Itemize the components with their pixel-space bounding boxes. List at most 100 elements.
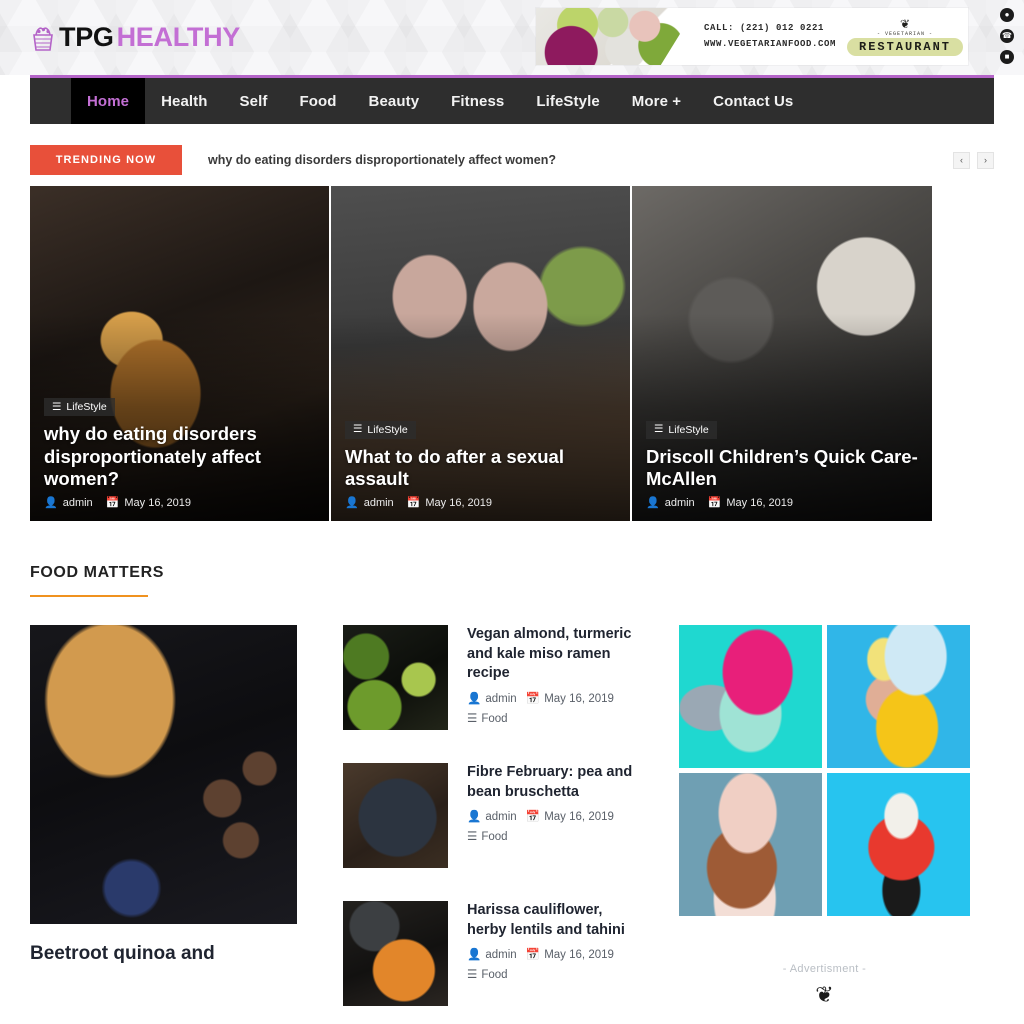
category-icon: ☰	[467, 831, 478, 844]
featured-card[interactable]: ☰ LifeStyle What to do after a sexual as…	[331, 186, 630, 521]
site-logo[interactable]: TPG HEALTHY	[30, 24, 240, 52]
nav-item-food[interactable]: Food	[283, 78, 352, 124]
post-category[interactable]: Food	[481, 713, 507, 725]
photo-red-top[interactable]	[827, 773, 970, 916]
photo-blue-wig[interactable]	[827, 625, 970, 768]
post-content: Harissa cauliflower, herby lentils and t…	[467, 901, 633, 1006]
category-badge[interactable]: ☰ LifeStyle	[345, 420, 416, 439]
post-title[interactable]: Harissa cauliflower, herby lentils and t…	[467, 901, 633, 940]
featured-card-body: ☰ LifeStyle Driscoll Children’s Quick Ca…	[632, 419, 932, 509]
date-meta: 📅 May 16, 2019	[106, 497, 191, 509]
promo-badge-subtitle: - VEGETARIAN -	[876, 30, 933, 37]
photo-beanie-sunglasses[interactable]	[679, 773, 822, 916]
post-content: Vegan almond, turmeric and kale miso ram…	[467, 625, 633, 730]
post-date: May 16, 2019	[425, 497, 493, 509]
post-date: May 16,	[544, 949, 586, 962]
user-icon: 👤	[44, 496, 58, 509]
post-thumbnail[interactable]	[343, 625, 448, 730]
featured-title[interactable]: What to do after a sexual assault	[345, 446, 616, 490]
user-icon: 👤	[467, 949, 482, 962]
primary-nav: Home Health Self Food Beauty Fitness Lif…	[30, 75, 994, 124]
author-meta: 👤 admin	[646, 497, 695, 509]
category-label: LifeStyle	[66, 401, 107, 414]
post-date: May 16, 2019	[124, 497, 192, 509]
post-list-column: Vegan almond, turmeric and kale miso ram…	[343, 625, 633, 1024]
promo-badge-label: RESTAURANT	[847, 37, 964, 56]
category-label: LifeStyle	[367, 423, 408, 436]
list-item[interactable]: Harissa cauliflower, herby lentils and t…	[343, 901, 633, 1006]
site-header: TPG HEALTHY CALL: (221) 012 0221 WWW.VEG…	[0, 0, 1024, 75]
calendar-icon: 📅	[406, 496, 421, 509]
featured-card-body: ☰ LifeStyle What to do after a sexual as…	[331, 419, 630, 509]
nav-item-more[interactable]: More +	[616, 78, 697, 124]
featured-card-body: ☰ LifeStyle why do eating disorders disp…	[30, 397, 329, 509]
nav-item-beauty[interactable]: Beauty	[353, 78, 436, 124]
promo-restaurant-badge: ❦ - VEGETARIAN - RESTAURANT	[847, 8, 968, 65]
post-thumbnail[interactable]	[343, 901, 448, 1006]
trending-now-tag: TRENDING NOW	[30, 145, 182, 175]
category-icon: ☰	[467, 969, 478, 982]
nav-item-health[interactable]: Health	[145, 78, 223, 124]
feature-post-image[interactable]	[30, 625, 297, 924]
chevron-left-icon[interactable]: ‹	[953, 151, 970, 169]
promo-banner-image	[536, 8, 696, 65]
featured-card[interactable]: ☰ LifeStyle why do eating disorders disp…	[30, 186, 329, 521]
nav-item-fitness[interactable]: Fitness	[435, 78, 520, 124]
date-meta: 📅 May 16, 2019	[708, 497, 793, 509]
feature-post-title[interactable]: Beetroot quinoa and	[30, 941, 297, 967]
chevron-right-icon[interactable]: ›	[977, 151, 994, 169]
post-date: May 16, 2019	[726, 497, 794, 509]
post-date: May 16,	[544, 811, 586, 824]
post-date-year: 2019	[588, 811, 614, 824]
author-name: admin	[485, 692, 517, 705]
feature-post-column: Beetroot quinoa and	[30, 625, 297, 1024]
post-category[interactable]: Food	[481, 831, 507, 843]
promo-website-line: WWW.VEGETARIANFOOD.COM	[704, 38, 837, 49]
trending-headline[interactable]: why do eating disorders disproportionate…	[208, 153, 556, 167]
author-meta: 👤 admin	[44, 497, 93, 509]
promo-banner[interactable]: CALL: (221) 012 0221 WWW.VEGETARIANFOOD.…	[536, 8, 968, 65]
facebook-icon[interactable]: ■	[1000, 50, 1014, 64]
trending-nav-arrows: ‹ ›	[953, 151, 994, 169]
category-icon: ☰	[467, 712, 478, 725]
user-icon: 👤	[345, 496, 359, 509]
category-icon: ☰	[52, 401, 62, 414]
instagram-icon[interactable]: ●	[1000, 8, 1014, 22]
section-title: FOOD MATTERS	[30, 564, 165, 581]
social-links: ● ☎ ■	[1000, 8, 1014, 64]
post-meta: 👤 admin 📅 May 16, 2019	[646, 497, 918, 509]
section-header: FOOD MATTERS	[30, 564, 994, 597]
featured-posts: ☰ LifeStyle why do eating disorders disp…	[30, 186, 994, 521]
post-meta: 👤 admin 📅 May 16, 2019 ☰ Food	[467, 807, 633, 847]
promo-call-line: CALL: (221) 012 0221	[704, 22, 825, 33]
nav-item-contact-us[interactable]: Contact Us	[697, 78, 809, 124]
post-date-year: 2019	[588, 949, 614, 962]
date-meta: 📅 May 16, 2019	[407, 497, 492, 509]
basket-icon	[33, 26, 53, 51]
featured-title[interactable]: why do eating disorders disproportionate…	[44, 423, 315, 490]
post-meta: 👤 admin 📅 May 16, 2019	[345, 497, 616, 509]
post-meta: 👤 admin 📅 May 16, 2019	[44, 497, 315, 509]
phone-icon[interactable]: ☎	[1000, 29, 1014, 43]
post-thumbnail[interactable]	[343, 763, 448, 868]
post-title[interactable]: Fibre February: pea and bean bruschetta	[467, 763, 633, 802]
post-category[interactable]: Food	[481, 969, 507, 981]
photo-pink-hair[interactable]	[679, 625, 822, 768]
list-item[interactable]: Fibre February: pea and bean bruschetta …	[343, 763, 633, 868]
calendar-icon: 📅	[525, 811, 541, 824]
category-badge[interactable]: ☰ LifeStyle	[646, 420, 717, 439]
primary-nav-wrapper: Home Health Self Food Beauty Fitness Lif…	[0, 75, 1024, 124]
advertisement-label: - Advertisment -	[782, 963, 867, 975]
nav-item-home[interactable]: Home	[71, 78, 146, 124]
featured-card[interactable]: ☰ LifeStyle Driscoll Children’s Quick Ca…	[632, 186, 932, 521]
calendar-icon: 📅	[525, 692, 541, 705]
post-title[interactable]: Vegan almond, turmeric and kale miso ram…	[467, 625, 633, 684]
list-item[interactable]: Vegan almond, turmeric and kale miso ram…	[343, 625, 633, 730]
nav-item-lifestyle[interactable]: LifeStyle	[520, 78, 615, 124]
nav-item-self[interactable]: Self	[224, 78, 284, 124]
calendar-icon: 📅	[105, 496, 120, 509]
category-icon: ☰	[353, 423, 363, 436]
leaf-icon: ❦	[899, 16, 911, 31]
category-badge[interactable]: ☰ LifeStyle	[44, 398, 115, 417]
featured-title[interactable]: Driscoll Children’s Quick Care-McAllen	[646, 446, 918, 490]
